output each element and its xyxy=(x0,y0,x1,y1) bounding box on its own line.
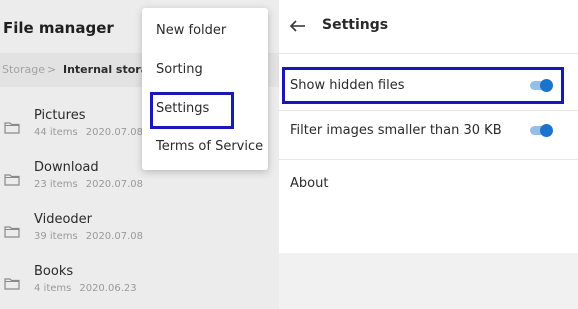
folder-name: Pictures xyxy=(34,108,86,123)
settings-panel: Settings Show hidden files Filter images… xyxy=(279,0,578,309)
folder-icon xyxy=(4,174,20,186)
folder-name: Download xyxy=(34,160,99,175)
setting-filter-images-label[interactable]: Filter images smaller than 30 KB xyxy=(290,123,502,138)
setting-about[interactable]: About xyxy=(290,176,328,191)
filter-images-toggle[interactable] xyxy=(530,124,553,137)
app-title: File manager xyxy=(3,19,114,37)
folder-name: Books xyxy=(34,264,74,279)
toggle-knob xyxy=(540,124,553,137)
folder-item-count: 4 items xyxy=(34,283,72,294)
folder-meta: 4 items 2020.06.23 xyxy=(34,283,145,294)
folder-icon xyxy=(4,122,20,134)
folder-row-videoder[interactable]: Videoder 39 items 2020.07.08 xyxy=(0,210,279,262)
overflow-menu: New folder Sorting Settings Terms of Ser… xyxy=(142,8,268,170)
folder-item-count: 23 items xyxy=(34,179,78,190)
folder-meta: 23 items 2020.07.08 xyxy=(34,179,151,190)
empty-area xyxy=(279,253,578,309)
folder-row-books[interactable]: Books 4 items 2020.06.23 xyxy=(0,262,279,309)
folder-date: 2020.07.08 xyxy=(85,179,143,190)
breadcrumb-separator-icon: > xyxy=(47,63,57,76)
breadcrumb-storage[interactable]: Storage xyxy=(2,63,45,76)
file-manager-panel: File manager Storage > Internal storage … xyxy=(0,0,279,309)
menu-item-terms-of-service[interactable]: Terms of Service xyxy=(156,139,263,154)
menu-item-new-folder[interactable]: New folder xyxy=(156,23,226,38)
divider xyxy=(279,110,578,111)
folder-item-count: 39 items xyxy=(34,231,78,242)
folder-meta: 44 items 2020.07.08 xyxy=(34,127,151,138)
folder-icon xyxy=(4,278,20,290)
folder-item-count: 44 items xyxy=(34,127,78,138)
folder-icon xyxy=(4,226,20,238)
menu-item-sorting[interactable]: Sorting xyxy=(156,62,203,77)
show-hidden-files-highlight-box xyxy=(282,67,564,104)
folder-date: 2020.07.08 xyxy=(85,127,143,138)
divider xyxy=(279,53,578,54)
folder-name: Videoder xyxy=(34,212,93,227)
page-title: Settings xyxy=(322,17,389,33)
settings-highlight-box xyxy=(150,92,234,129)
folder-date: 2020.07.08 xyxy=(85,231,143,242)
divider xyxy=(279,159,578,160)
folder-meta: 39 items 2020.07.08 xyxy=(34,231,151,242)
settings-header: Settings xyxy=(279,0,578,53)
back-arrow-icon[interactable] xyxy=(289,17,307,35)
folder-date: 2020.06.23 xyxy=(79,283,137,294)
